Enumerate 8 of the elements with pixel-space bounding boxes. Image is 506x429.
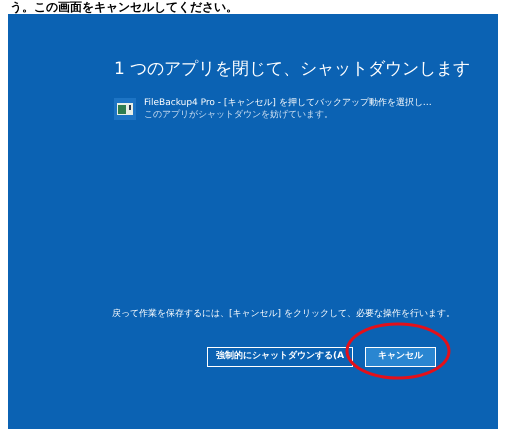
app-window-icon bbox=[114, 98, 136, 120]
app-name: FileBackup4 Pro - [キャンセル] を押してバックアップ動作を選択し… bbox=[144, 97, 432, 109]
caption-text: う。この画面をキャンセルしてください。 bbox=[10, 0, 239, 14]
instruction-text: 戻って作業を保存するには、[キャンセル] をクリックして、必要な操作を行います。 bbox=[112, 308, 455, 321]
cancel-button[interactable]: キャンセル bbox=[365, 346, 436, 367]
dialog-title: 1 つのアプリを閉じて、シャットダウンします bbox=[114, 58, 472, 81]
force-shutdown-button[interactable]: 強制的にシャットダウンする(A bbox=[207, 346, 354, 367]
app-status: このアプリがシャットダウンを妨げています。 bbox=[144, 109, 334, 121]
